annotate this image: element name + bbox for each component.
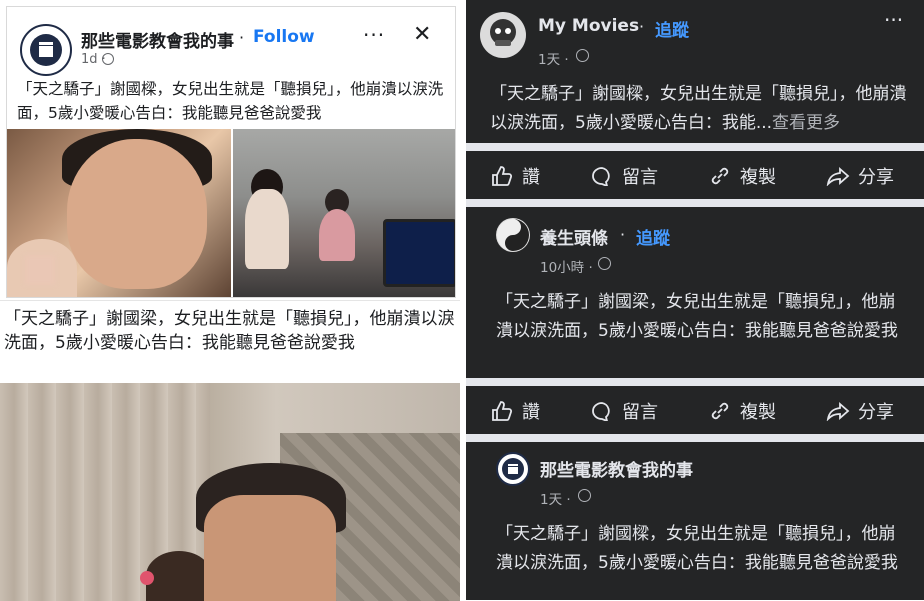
post-time[interactable]: 1天 · <box>538 48 569 68</box>
film-slate-icon <box>502 458 524 480</box>
face-avatar-icon <box>490 19 516 46</box>
globe-icon <box>576 49 589 62</box>
post-time[interactable]: 1天 · <box>540 488 571 508</box>
post-text: 「天之驕子」謝國樑，女兒出生就是「聽損兒」，他崩潰以淚洗面，5歲小愛暖心告白：我… <box>17 80 444 122</box>
copy-button[interactable]: 複製 <box>708 398 776 424</box>
action-bar: 讚 留言 複製 分享 <box>466 386 924 434</box>
copy-link-icon <box>708 401 732 421</box>
poster-name[interactable]: 那些電影教會我的事 <box>540 456 693 481</box>
follow-button[interactable]: 追蹤 <box>636 224 670 249</box>
comment-button[interactable]: 留言 <box>590 163 658 189</box>
share-icon <box>826 166 850 187</box>
action-bar: 讚 留言 複製 分享 <box>466 151 924 199</box>
post-text: 「天之驕子」謝國樑，女兒出生就是「聽損兒」，他崩潰以淚洗面，5歲小愛暖心告白：我… <box>496 524 898 573</box>
globe-icon <box>578 489 591 502</box>
yin-yang-icon <box>497 219 529 251</box>
poster-name[interactable]: My Movies <box>538 16 639 36</box>
more-icon[interactable]: ··· <box>363 23 385 47</box>
follow-button[interactable]: Follow <box>253 27 315 47</box>
like-button[interactable]: 讚 <box>490 163 540 189</box>
more-icon[interactable]: ··· <box>884 8 903 32</box>
close-icon[interactable]: ✕ <box>413 22 431 47</box>
share-icon <box>826 401 850 422</box>
copy-button[interactable]: 複製 <box>708 163 776 189</box>
like-icon <box>490 166 514 186</box>
like-button[interactable]: 讚 <box>490 398 540 424</box>
globe-icon <box>102 53 114 65</box>
post-text: 「天之驕子」謝國樑，女兒出生就是「聽損兒」，他崩潰以淚洗面，5歲小愛暖心告白：我… <box>490 84 907 133</box>
dark-feed: My Movies · 追蹤 1天 · ··· 「天之驕子」謝國樑，女兒出生就是… <box>466 0 924 600</box>
divider <box>466 143 924 151</box>
follow-button[interactable]: 追蹤 <box>655 16 689 41</box>
like-icon <box>490 401 514 421</box>
see-more-link[interactable]: 查看更多 <box>772 113 840 133</box>
share-button[interactable]: 分享 <box>826 398 894 424</box>
share-button[interactable]: 分享 <box>826 163 894 189</box>
page-avatar[interactable] <box>20 24 72 76</box>
copy-link-icon <box>708 166 732 186</box>
comment-icon <box>590 166 614 188</box>
post-photo-father[interactable] <box>7 129 231 297</box>
poster-name[interactable]: 養生頭條 <box>540 224 608 249</box>
article-card: 「天之驕子」謝國梁，女兒出生就是「聽損兒」，他崩潰以淚洗面，5歲小愛暖心告白：我… <box>0 300 460 601</box>
avatar[interactable] <box>496 452 530 486</box>
separator-dot: · <box>239 28 245 47</box>
comment-icon <box>590 401 614 423</box>
post-text: 「天之驕子」謝國梁，女兒出生就是「聽損兒」，他崩潰以淚洗面，5歲小愛暖心告白：我… <box>496 292 898 341</box>
avatar[interactable] <box>496 218 530 252</box>
article-text: 「天之驕子」謝國梁，女兒出生就是「聽損兒」，他崩潰以淚洗面，5歲小愛暖心告白：我… <box>4 309 455 353</box>
post-photo-clinic[interactable] <box>233 129 455 297</box>
article-photo[interactable] <box>0 383 460 601</box>
divider <box>466 199 924 207</box>
divider <box>466 434 924 442</box>
avatar[interactable] <box>480 12 526 58</box>
film-slate-icon <box>30 34 62 66</box>
light-post-card: 那些電影教會我的事 · Follow 1d · ··· ✕ 「天之驕子」謝國樑，… <box>6 6 456 298</box>
page-name[interactable]: 那些電影教會我的事 <box>81 27 234 52</box>
separator-dot: · <box>639 17 645 36</box>
separator-dot: · <box>620 225 626 244</box>
divider <box>466 378 924 386</box>
comment-button[interactable]: 留言 <box>590 398 658 424</box>
post-time[interactable]: 10小時 · <box>540 256 593 276</box>
globe-icon <box>598 257 611 270</box>
